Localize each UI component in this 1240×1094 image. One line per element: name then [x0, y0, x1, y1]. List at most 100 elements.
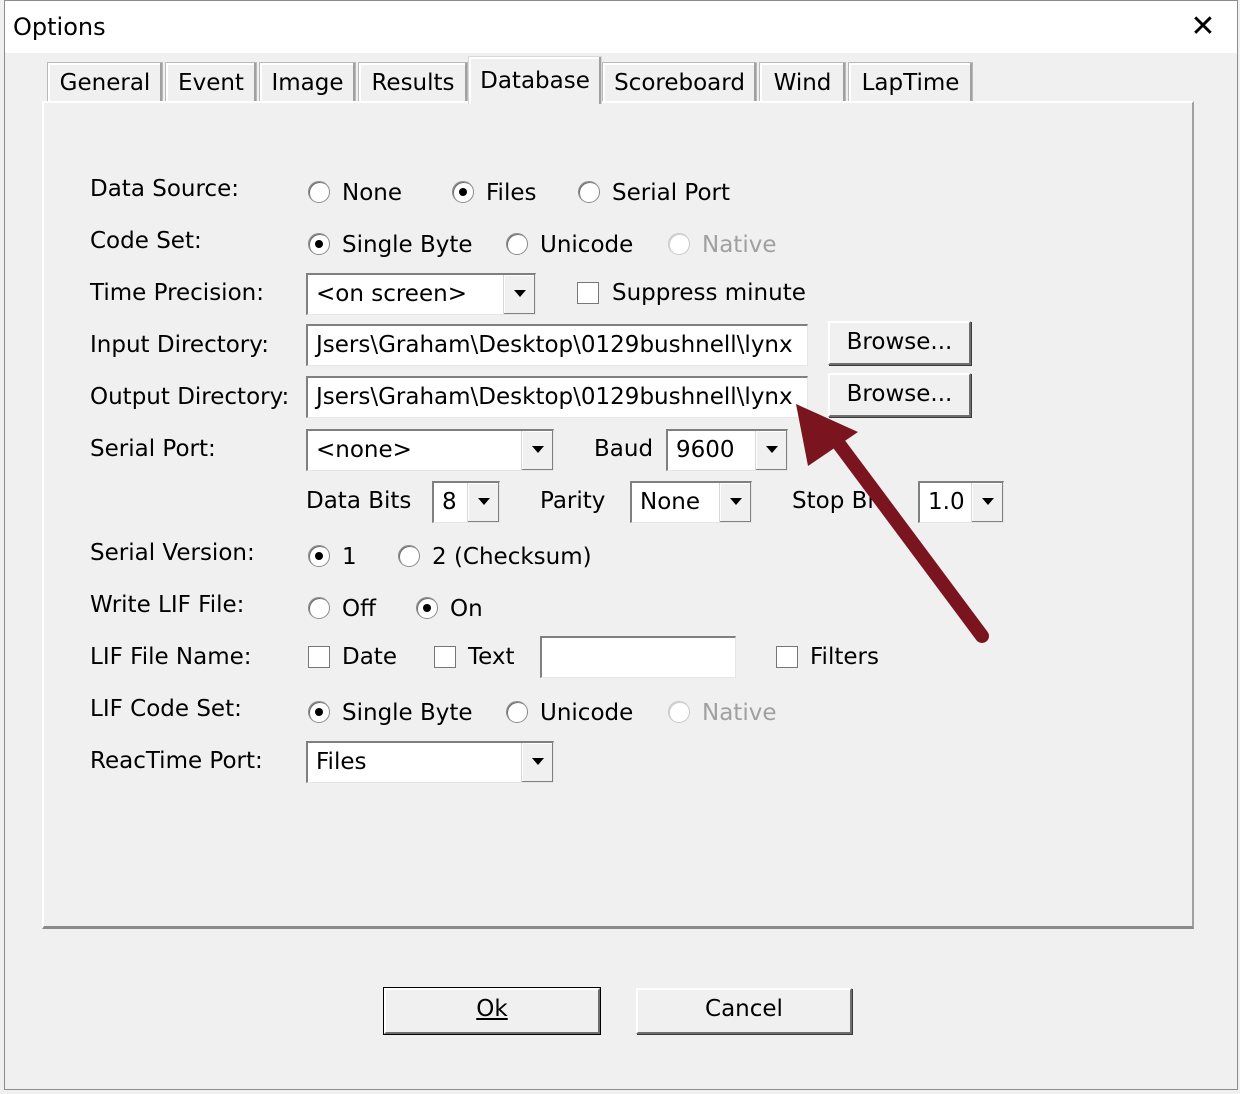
lif-code-unicode-radio[interactable] [506, 701, 528, 723]
data-source-serial-radio[interactable] [578, 181, 600, 203]
code-set-label: Code Set: [90, 228, 202, 254]
write-lif-off-label: Off [342, 596, 376, 622]
data-bits-select[interactable]: 8 [432, 481, 500, 523]
reactime-port-value: Files [316, 749, 367, 775]
code-set-native-label: Native [702, 232, 777, 258]
output-browse-button[interactable]: Browse... [828, 373, 971, 417]
serial-port-value: <none> [316, 437, 412, 463]
baud-select[interactable]: 9600 [666, 429, 788, 471]
code-set-unicode-radio[interactable] [506, 233, 528, 255]
serial-version-label: Serial Version: [90, 540, 255, 566]
lif-text-checkbox[interactable] [434, 646, 456, 668]
serial-version-2-radio[interactable] [398, 545, 420, 567]
data-source-none-label: None [342, 180, 403, 206]
output-directory-field[interactable]: Jsers\Graham\Desktop\0129bushnell\lynx [306, 376, 808, 418]
time-precision-label: Time Precision: [90, 280, 264, 306]
code-set-single-byte-label: Single Byte [342, 232, 473, 258]
data-bits-value: 8 [442, 489, 457, 515]
chevron-down-icon[interactable] [755, 431, 787, 470]
suppress-minute-label: Suppress minute [612, 280, 806, 306]
chevron-down-icon[interactable] [521, 431, 553, 470]
data-source-serial-label: Serial Port [612, 180, 730, 206]
chevron-down-icon[interactable] [719, 483, 751, 522]
ok-button-label: Ok [476, 996, 508, 1022]
tab-image[interactable]: Image [259, 62, 356, 102]
serial-version-2-label: 2 (Checksum) [432, 544, 592, 570]
lif-filters-label: Filters [810, 644, 879, 670]
serial-port-label: Serial Port: [90, 436, 216, 462]
data-bits-label: Data Bits [306, 488, 412, 514]
tab-label: Event [178, 70, 244, 96]
stop-bits-select[interactable]: 1.0 [918, 481, 1004, 523]
code-set-unicode-label: Unicode [540, 232, 634, 258]
tab-label: Database [480, 68, 590, 94]
title-bar: Options ✕ [5, 1, 1237, 53]
lif-date-checkbox[interactable] [308, 646, 330, 668]
lif-text-input[interactable] [540, 636, 736, 678]
time-precision-value: <on screen> [316, 281, 467, 307]
input-directory-value: Jsers\Graham\Desktop\0129bushnell\lynx [316, 332, 793, 358]
reactime-port-label: ReacTime Port: [90, 748, 263, 774]
baud-label: Baud [594, 436, 654, 462]
ok-button[interactable]: Ok [384, 988, 600, 1034]
parity-label: Parity [540, 488, 606, 514]
chevron-down-icon[interactable] [971, 483, 1003, 522]
cancel-button-label: Cancel [705, 996, 783, 1022]
data-source-label: Data Source: [90, 176, 239, 202]
tab-label: General [59, 70, 151, 96]
chevron-down-icon[interactable] [503, 275, 535, 314]
tab-general[interactable]: General [47, 62, 163, 102]
input-directory-label: Input Directory: [90, 332, 269, 358]
tab-wind[interactable]: Wind [759, 62, 846, 102]
database-tab-panel [42, 101, 1194, 929]
tab-label: Scoreboard [614, 70, 745, 96]
chevron-down-icon[interactable] [467, 483, 499, 522]
parity-select[interactable]: None [630, 481, 752, 523]
output-directory-value: Jsers\Graham\Desktop\0129bushnell\lynx [316, 384, 793, 410]
code-set-native-radio [668, 233, 690, 255]
code-set-single-byte-radio[interactable] [308, 233, 330, 255]
suppress-minute-checkbox[interactable] [577, 282, 599, 304]
lif-text-label: Text [468, 644, 515, 670]
close-icon[interactable]: ✕ [1183, 7, 1223, 47]
data-source-files-label: Files [486, 180, 537, 206]
lif-code-single-byte-radio[interactable] [308, 701, 330, 723]
write-lif-on-radio[interactable] [416, 597, 438, 619]
data-source-none-radio[interactable] [308, 181, 330, 203]
tab-event[interactable]: Event [165, 62, 257, 102]
output-directory-label: Output Directory: [90, 384, 290, 410]
stop-bits-value: 1.0 [928, 489, 965, 515]
input-directory-field[interactable]: Jsers\Graham\Desktop\0129bushnell\lynx [306, 324, 808, 366]
lif-code-unicode-label: Unicode [540, 700, 634, 726]
serial-port-select[interactable]: <none> [306, 429, 554, 471]
lif-filters-checkbox[interactable] [776, 646, 798, 668]
lif-code-native-radio [668, 701, 690, 723]
tab-label: Results [371, 70, 455, 96]
parity-value: None [640, 489, 701, 515]
lif-file-name-label: LIF File Name: [90, 644, 252, 670]
tab-scoreboard[interactable]: Scoreboard [602, 62, 757, 102]
lif-code-native-label: Native [702, 700, 777, 726]
serial-version-1-radio[interactable] [308, 545, 330, 567]
reactime-port-select[interactable]: Files [306, 741, 554, 783]
tab-label: LapTime [861, 70, 960, 96]
tab-label: Wind [773, 70, 832, 96]
input-browse-button[interactable]: Browse... [828, 321, 971, 365]
time-precision-select[interactable]: <on screen> [306, 273, 536, 315]
tab-laptime[interactable]: LapTime [848, 62, 973, 102]
tab-database[interactable]: Database [468, 56, 602, 104]
cancel-button[interactable]: Cancel [636, 988, 852, 1034]
baud-value: 9600 [676, 437, 735, 463]
data-source-files-radio[interactable] [452, 181, 474, 203]
write-lif-label: Write LIF File: [90, 592, 245, 618]
tab-label: Image [271, 70, 344, 96]
chevron-down-icon[interactable] [521, 743, 553, 782]
serial-version-1-label: 1 [342, 544, 357, 570]
write-lif-on-label: On [450, 596, 483, 622]
lif-code-single-byte-label: Single Byte [342, 700, 473, 726]
window-title: Options [13, 13, 106, 41]
write-lif-off-radio[interactable] [308, 597, 330, 619]
stop-bits-label: Stop Bi [792, 488, 874, 514]
lif-date-label: Date [342, 644, 397, 670]
tab-results[interactable]: Results [358, 62, 468, 102]
